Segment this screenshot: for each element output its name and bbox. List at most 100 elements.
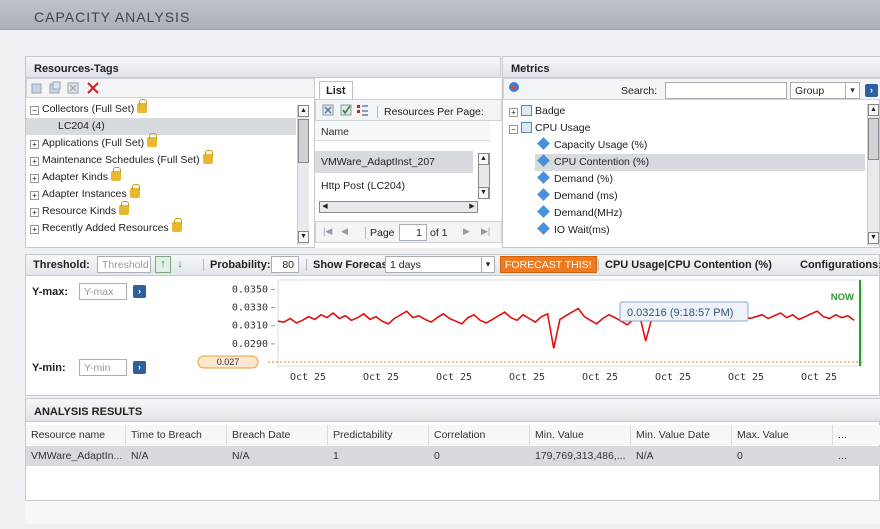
results-header: ANALYSIS RESULTS: [25, 398, 880, 422]
next-page-icon[interactable]: ▶: [463, 226, 470, 237]
tree-item[interactable]: + Resource Kinds: [26, 201, 296, 220]
expand-icon[interactable]: +: [30, 191, 39, 200]
lock-icon: [110, 167, 121, 181]
filter-list-icon[interactable]: [356, 103, 370, 117]
add-tag-icon[interactable]: [30, 81, 44, 95]
title-bar: CAPACITY ANALYSIS: [0, 0, 880, 30]
list-scrollbar[interactable]: ▲ ▼: [478, 153, 490, 199]
x-tick-label: Oct 25: [655, 372, 691, 383]
metric-item[interactable]: Demand (ms): [535, 188, 865, 205]
table-cell: VMWare_AdaptIn...: [31, 450, 123, 462]
metric-item[interactable]: Capacity Usage (%): [535, 137, 865, 154]
forecast-select[interactable]: 1 days ▾: [385, 256, 495, 273]
metric-group[interactable]: + Badge: [505, 103, 865, 120]
column-header[interactable]: ...: [833, 425, 880, 445]
metric-label: IO Wait(ms): [554, 224, 610, 236]
tree-item[interactable]: − Collectors (Full Set): [26, 99, 296, 118]
ymax-input[interactable]: Y-max: [79, 283, 127, 300]
expand-icon[interactable]: +: [30, 208, 39, 217]
metric-item[interactable]: IO Wait(ms): [535, 222, 865, 239]
expand-icon[interactable]: +: [30, 174, 39, 183]
forecast-chart[interactable]: 0.0350 0.0330 0.0310 0.0290 NOW Oct 25 Oct 25 O…: [190, 278, 880, 394]
metrics-search-input[interactable]: [665, 82, 787, 99]
table-cell: 179,769,313,486,...: [535, 450, 626, 462]
threshold-down-icon[interactable]: ↓: [174, 256, 186, 273]
column-header[interactable]: Min. Value: [530, 425, 631, 445]
group-select[interactable]: Group ▾: [790, 82, 860, 99]
list-row[interactable]: VMWare_AdaptInst_207: [315, 151, 473, 173]
tree-item[interactable]: LC204 (4): [26, 118, 296, 135]
x-tick-label: Oct 25: [363, 372, 399, 383]
collapse-icon[interactable]: −: [509, 125, 518, 134]
threshold-badge-text: 0.027: [217, 357, 240, 367]
column-header[interactable]: Time to Breach: [126, 425, 227, 445]
threshold-up-button[interactable]: ↑: [155, 256, 171, 273]
page-number-input[interactable]: 1: [399, 224, 427, 241]
chevron-down-icon: ▾: [845, 83, 859, 98]
threshold-input[interactable]: Threshold: [97, 256, 151, 273]
page-of-label: of 1: [430, 227, 448, 239]
ymin-apply-button[interactable]: ›: [133, 361, 146, 374]
clear-tag-icon[interactable]: [66, 81, 80, 95]
tree-item[interactable]: + Applications (Full Set): [26, 133, 296, 152]
ymin-input[interactable]: Y-min: [79, 359, 127, 376]
tree-item[interactable]: + Maintenance Schedules (Full Set): [26, 150, 296, 169]
x-tick-label: Oct 25: [728, 372, 764, 383]
resources-tree-scrollbar[interactable]: ▲ ▼: [297, 105, 309, 245]
collapse-icon[interactable]: −: [30, 106, 39, 115]
x-tick-label: Oct 25: [436, 372, 472, 383]
probability-input[interactable]: 80: [271, 256, 299, 273]
metric-picker-icon[interactable]: [507, 80, 521, 94]
expand-icon[interactable]: +: [30, 225, 39, 234]
forecast-this-button[interactable]: FORECAST THIS!: [500, 256, 597, 273]
search-go-button[interactable]: ›: [865, 84, 878, 97]
list-hscrollbar[interactable]: ◀ ▶: [319, 201, 478, 213]
ymin-label: Y-min:: [32, 362, 66, 374]
metric-icon: [537, 222, 550, 235]
column-header[interactable]: Min. Value Date: [631, 425, 732, 445]
tab-list[interactable]: List: [319, 81, 353, 99]
expand-icon[interactable]: +: [509, 108, 518, 117]
clear-selection-icon[interactable]: [321, 103, 335, 117]
metrics-tree-scrollbar[interactable]: ▲ ▼: [867, 104, 879, 246]
column-header[interactable]: Breach Date: [227, 425, 328, 445]
column-header[interactable]: Max. Value: [732, 425, 833, 445]
probability-label: Probability:: [203, 259, 271, 271]
column-header[interactable]: Resource name: [26, 425, 126, 445]
metric-item[interactable]: Demand (%): [535, 171, 865, 188]
tree-item[interactable]: + Recently Added Resources: [26, 218, 296, 237]
ymax-apply-button[interactable]: ›: [133, 285, 146, 298]
metric-item[interactable]: CPU Contention (%): [535, 154, 865, 171]
column-header[interactable]: Correlation: [429, 425, 530, 445]
metric-item[interactable]: Demand(MHz): [535, 205, 865, 222]
edit-tag-icon[interactable]: [48, 81, 62, 95]
tree-item-label: Applications (Full Set): [42, 137, 145, 149]
table-cell: 0: [434, 450, 440, 462]
last-page-icon[interactable]: ▶|: [481, 226, 490, 237]
metric-icon: [537, 205, 550, 218]
table-cell: 1: [333, 450, 339, 462]
resources-per-page-label: Resources Per Page:: [377, 106, 484, 118]
table-row[interactable]: VMWare_AdaptIn... N/A N/A 1 0 179,769,313,486…: [26, 446, 880, 466]
threshold-placeholder: Threshold: [102, 259, 149, 271]
ymax-label: Y-max:: [32, 286, 69, 298]
list-row[interactable]: Http Post (LC204): [315, 175, 473, 197]
list-column-name[interactable]: Name: [315, 121, 490, 141]
select-all-icon[interactable]: [339, 103, 353, 117]
table-cell: N/A: [232, 450, 250, 462]
tree-item-label: Adapter Instances: [42, 188, 127, 200]
first-page-icon[interactable]: |◀: [323, 226, 332, 237]
prev-page-icon[interactable]: ◀: [341, 226, 348, 237]
x-tick-label: Oct 25: [290, 372, 326, 383]
metric-group-icon: [521, 105, 532, 116]
delete-icon[interactable]: [86, 81, 100, 95]
expand-icon[interactable]: +: [30, 140, 39, 149]
column-header[interactable]: Predictability: [328, 425, 429, 445]
metrics-tree: + Badge − CPU Usage Capacity Usage (%) CPU Co…: [503, 101, 868, 247]
metric-group[interactable]: − CPU Usage: [505, 120, 865, 137]
tree-item[interactable]: + Adapter Instances: [26, 184, 296, 203]
expand-icon[interactable]: +: [30, 157, 39, 166]
tree-item[interactable]: + Adapter Kinds: [26, 167, 296, 186]
show-forecast-label: Show Forecast:: [306, 259, 395, 271]
y-tick-label: 0.0310: [232, 321, 268, 332]
